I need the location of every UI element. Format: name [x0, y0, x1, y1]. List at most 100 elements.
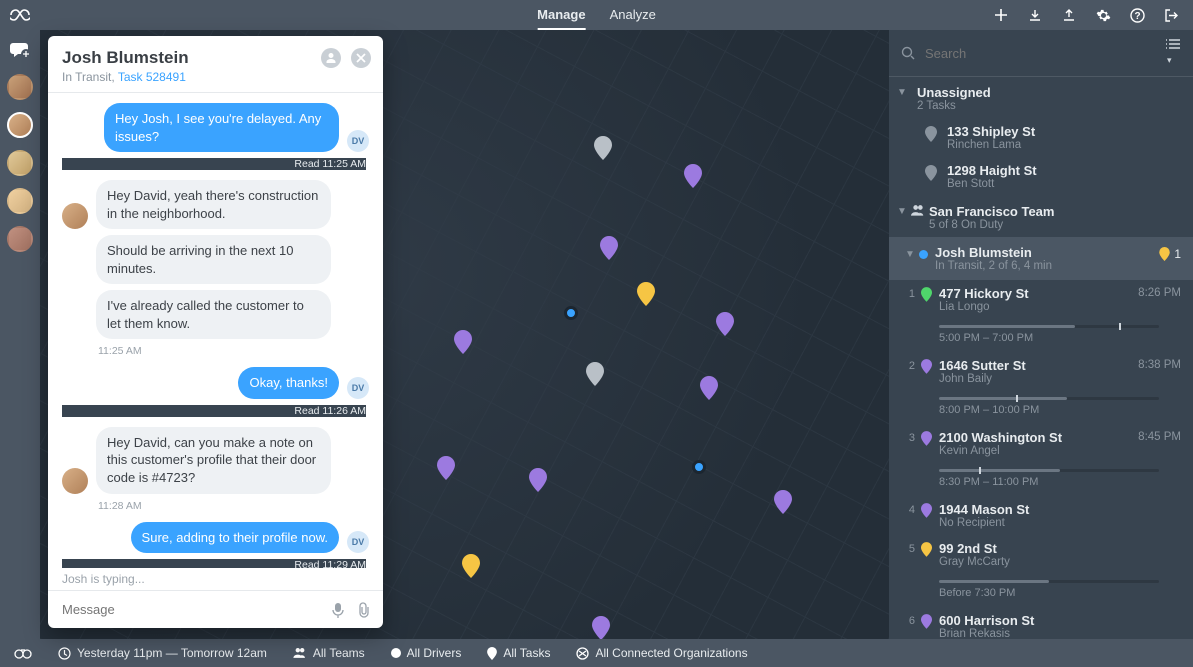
import-icon[interactable] — [1027, 7, 1043, 23]
avatar-dv: DV — [347, 531, 369, 553]
help-icon[interactable]: ? — [1129, 7, 1145, 23]
pin-icon — [921, 431, 932, 446]
map-area[interactable]: Josh Blumstein In Transit, Task 528491 H… — [40, 30, 889, 639]
close-icon[interactable] — [351, 48, 371, 68]
stop-address: 99 2nd St — [925, 541, 1181, 556]
time-window-bar — [939, 325, 1159, 328]
profile-icon[interactable] — [321, 48, 341, 68]
unassigned-task[interactable]: 133 Shipley StRinchen Lama — [889, 118, 1193, 157]
chevron-down-icon[interactable]: ▼ — [897, 87, 907, 98]
map-pin[interactable] — [774, 490, 792, 514]
map-pin[interactable] — [529, 468, 547, 492]
rail-avatar-5[interactable] — [7, 226, 33, 252]
map-pin[interactable] — [716, 312, 734, 336]
nav-analyze[interactable]: Analyze — [610, 1, 656, 30]
stop-row[interactable]: 5 99 2nd St Gray McCarty — [889, 535, 1193, 574]
chat-composer — [48, 590, 383, 628]
unassigned-task[interactable]: 1298 Haight StBen Stott — [889, 157, 1193, 196]
map-pin[interactable] — [592, 616, 610, 639]
read-stamp: Read 11:26 AM — [62, 405, 366, 417]
map-driver-dot[interactable] — [564, 306, 578, 320]
stop-eta: 8:38 PM — [1138, 359, 1181, 371]
time-stamp: 11:28 AM — [98, 500, 369, 512]
rail-avatar-1[interactable] — [7, 74, 33, 100]
binoculars-icon[interactable] — [14, 647, 32, 659]
stop-row[interactable]: 6 600 Harrison St Brian Rekasis — [889, 607, 1193, 639]
search-input[interactable] — [923, 45, 1157, 62]
stop-row[interactable]: 1 477 Hickory St Lia Longo 8:26 PM — [889, 280, 1193, 319]
avatar-dv: DV — [347, 377, 369, 399]
stop-recipient: No Recipient — [925, 517, 1181, 529]
logout-icon[interactable] — [1163, 7, 1179, 23]
export-icon[interactable] — [1061, 7, 1077, 23]
stop-row[interactable]: 4 1944 Mason St No Recipient — [889, 496, 1193, 535]
chevron-down-icon[interactable]: ▼ — [897, 206, 907, 217]
driver-badge: 1 — [1159, 247, 1181, 261]
pin-icon — [921, 287, 932, 302]
pin-icon — [921, 359, 932, 374]
filter-drivers[interactable]: All Drivers — [391, 646, 462, 660]
filter-teams[interactable]: All Teams — [293, 646, 365, 660]
time-window-bar — [939, 397, 1159, 400]
mic-icon[interactable] — [331, 602, 345, 618]
map-pin[interactable] — [454, 330, 472, 354]
rail-avatar-2[interactable] — [7, 112, 33, 138]
time-window-label: 5:00 PM – 7:00 PM — [889, 330, 1193, 352]
chat-task-link[interactable]: Task 528491 — [118, 70, 186, 84]
chevron-down-icon[interactable]: ▼ — [905, 249, 915, 260]
time-window-label: 8:30 PM – 11:00 PM — [889, 474, 1193, 496]
sidebar: ▾ ▼ Unassigned 2 Tasks 133 Shipley StRin… — [889, 30, 1193, 639]
stop-recipient: Lia Longo — [925, 301, 1181, 313]
driver-row[interactable]: ▼ Josh Blumstein In Transit, 2 of 6, 4 m… — [889, 237, 1193, 280]
group-team[interactable]: ▼ San Francisco Team 5 of 8 On Duty — [889, 196, 1193, 237]
gear-icon[interactable] — [1095, 7, 1111, 23]
map-pin[interactable] — [637, 282, 655, 306]
pin-icon — [925, 165, 937, 181]
avatar — [62, 203, 88, 229]
message-input[interactable] — [60, 601, 319, 618]
stop-row[interactable]: 3 2100 Washington St Kevin Angel 8:45 PM — [889, 424, 1193, 463]
logo-icon — [0, 8, 40, 22]
map-pin[interactable] — [700, 376, 718, 400]
time-range[interactable]: Yesterday 11pm — Tomorrow 12am — [58, 646, 267, 660]
read-stamp: Read 11:29 AM — [62, 559, 366, 568]
rail-avatar-3[interactable] — [7, 150, 33, 176]
add-icon[interactable] — [993, 7, 1009, 23]
time-window-label: Before 7:30 PM — [889, 585, 1193, 607]
msg-out: Sure, adding to their profile now. — [131, 522, 339, 554]
stop-number: 5 — [903, 543, 915, 555]
map-pin[interactable] — [437, 456, 455, 480]
read-stamp: Read 11:25 AM — [62, 158, 366, 170]
time-window-bar — [939, 580, 1159, 583]
filter-tasks[interactable]: All Tasks — [487, 646, 550, 660]
list-view-icon[interactable]: ▾ — [1165, 38, 1181, 68]
map-pin[interactable] — [586, 362, 604, 386]
map-pin[interactable] — [684, 164, 702, 188]
status-dot — [919, 250, 928, 259]
group-unassigned[interactable]: ▼ Unassigned 2 Tasks — [889, 77, 1193, 118]
stop-number: 6 — [903, 615, 915, 627]
stop-row[interactable]: 2 1646 Sutter St John Baily 8:38 PM — [889, 352, 1193, 391]
filter-orgs[interactable]: All Connected Organizations — [576, 646, 747, 660]
stop-recipient: Brian Rekasis — [925, 628, 1181, 639]
stop-recipient: John Baily — [925, 373, 1181, 385]
map-driver-dot[interactable] — [692, 460, 706, 474]
pin-icon — [921, 614, 932, 629]
stop-address: 1944 Mason St — [925, 502, 1181, 517]
top-nav: Manage Analyze — [537, 1, 656, 30]
stop-recipient: Kevin Angel — [925, 445, 1181, 457]
map-pin[interactable] — [594, 136, 612, 160]
chat-header: Josh Blumstein In Transit, Task 528491 — [48, 36, 383, 93]
sidebar-list: ▼ Unassigned 2 Tasks 133 Shipley StRinch… — [889, 77, 1193, 639]
avatar — [62, 468, 88, 494]
left-rail — [0, 30, 40, 639]
chat-new-icon[interactable] — [8, 38, 32, 62]
msg-in: Hey David, can you make a note on this c… — [96, 427, 331, 494]
nav-manage[interactable]: Manage — [537, 1, 585, 30]
map-pin[interactable] — [462, 554, 480, 578]
map-pin[interactable] — [600, 236, 618, 260]
pin-icon — [921, 542, 932, 557]
attach-icon[interactable] — [357, 602, 371, 618]
rail-avatar-4[interactable] — [7, 188, 33, 214]
msg-out: Hey Josh, I see you're delayed. Any issu… — [104, 103, 339, 152]
